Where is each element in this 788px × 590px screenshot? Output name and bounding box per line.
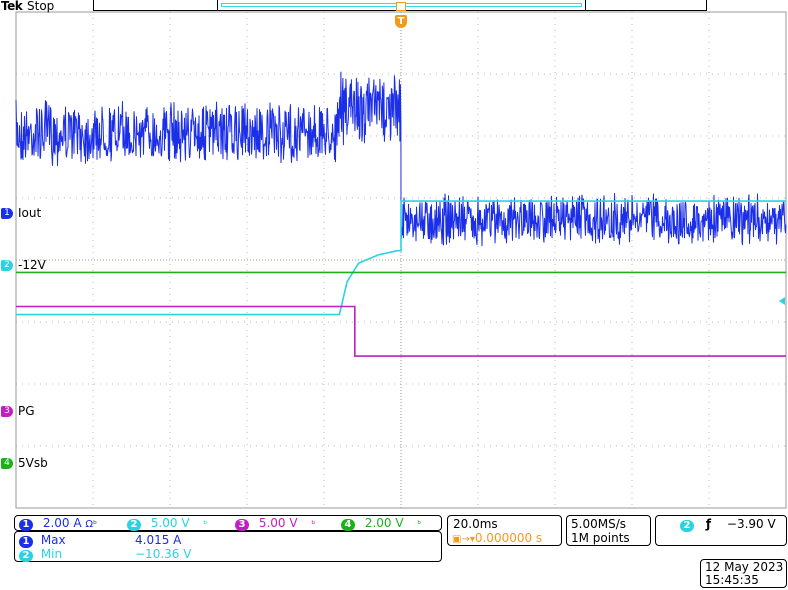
trigger-panel[interactable]: 2 ƒ −3.90 V: [655, 515, 787, 546]
status-bar: Tek Stop: [0, 0, 788, 13]
trigger-level[interactable]: −3.90 V: [727, 517, 776, 531]
ch2-label: -12V: [18, 258, 46, 272]
ch1-scale[interactable]: 2.00 A: [43, 516, 82, 530]
record-length: 1M points: [571, 531, 630, 545]
ch1-marker-icon[interactable]: 1: [1, 208, 13, 219]
ch3-scale[interactable]: 5.00 V: [259, 516, 298, 530]
trigger-source-chip[interactable]: 2: [680, 520, 694, 532]
ch1-chip[interactable]: 1: [19, 519, 33, 531]
measurement-panel[interactable]: 1 Max 4.015 A 2 Min −10.36 V: [14, 531, 442, 562]
ch1-label: Iout: [18, 206, 42, 220]
ch3-label: PG: [18, 404, 35, 418]
meas1-value: 4.015 A: [135, 533, 182, 547]
trigger-position-cursor[interactable]: [396, 2, 406, 11]
meas2-src-chip: 2: [19, 550, 33, 562]
brand-logo: Tek: [1, 0, 23, 13]
date: 12 May 2023: [705, 560, 784, 574]
trigger-level-arrow-icon[interactable]: [779, 297, 785, 305]
ch4-label: 5Vsb: [18, 456, 48, 470]
horizontal-scale[interactable]: 20.0ms: [453, 517, 498, 531]
datetime-panel: 12 May 2023 15:45:35: [700, 559, 787, 588]
trigger-offset-icon: ▣→▾: [452, 534, 475, 545]
ch3-chip[interactable]: 3: [235, 519, 249, 531]
ch4-scale[interactable]: 2.00 V: [365, 516, 404, 530]
waveform-traces: [15, 71, 787, 357]
graticule: [15, 11, 787, 509]
waveform-display[interactable]: [0, 0, 788, 520]
ch2-marker-icon[interactable]: 2: [1, 260, 13, 271]
ch4-chip[interactable]: 4: [341, 519, 355, 531]
timebase-panel[interactable]: 20.0ms ▣→▾0.000000 s: [447, 515, 562, 546]
acquisition-panel[interactable]: 5.00MS/s 1M points: [566, 515, 651, 546]
channel-scale-panel[interactable]: 1 2.00 A Ωᵇ 2 5.00 V ᵇ 3 5.00 V ᵇ 4 2.00…: [14, 515, 442, 531]
trigger-marker-icon[interactable]: T: [395, 15, 407, 28]
ch4-marker-icon[interactable]: 4: [1, 458, 13, 469]
meas2-name: Min: [40, 547, 63, 561]
ch3-bw-icon: ᵇ: [311, 520, 316, 530]
ch2-bw-icon: ᵇ: [203, 520, 208, 530]
ch1-bw-icon: ᵇ: [93, 520, 97, 530]
ch4-bw-icon: ᵇ: [417, 520, 422, 530]
ch2-scale[interactable]: 5.00 V: [151, 516, 190, 530]
meas1-name: Max: [40, 533, 66, 547]
meas2-value: −10.36 V: [135, 547, 192, 561]
trigger-position[interactable]: 0.000000 s: [475, 531, 542, 545]
rising-edge-icon: ƒ: [705, 517, 712, 531]
sample-rate: 5.00MS/s: [571, 517, 626, 531]
ch3-marker-icon[interactable]: 3: [1, 406, 13, 417]
acquisition-state[interactable]: Stop: [27, 0, 54, 13]
ch2-chip[interactable]: 2: [127, 519, 141, 531]
ch1-coupling-icon: Ω: [85, 519, 94, 530]
time: 15:45:35: [705, 573, 759, 587]
